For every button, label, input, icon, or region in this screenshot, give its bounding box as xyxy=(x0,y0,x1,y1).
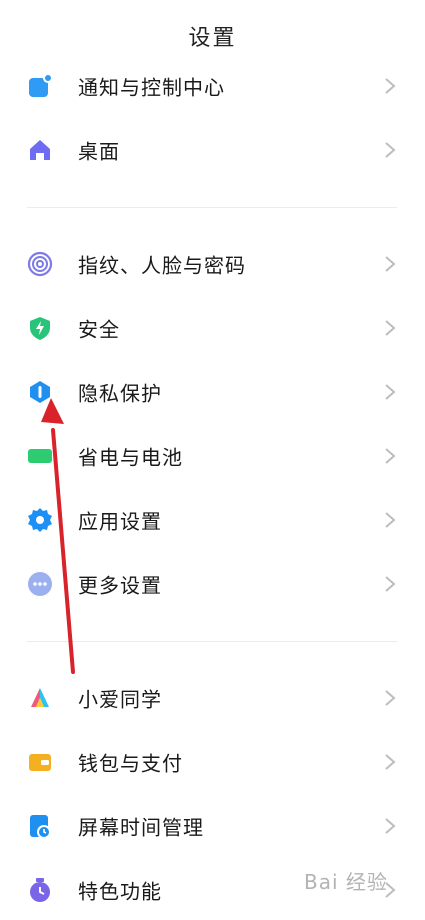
watermark: Bai 经验 xyxy=(304,870,388,894)
chevron-right-icon xyxy=(385,78,396,94)
gear-icon xyxy=(27,507,53,533)
settings-item-app-settings[interactable]: 应用设置 xyxy=(0,490,425,550)
page-title: 设置 xyxy=(188,26,237,51)
settings-item-label: 特色功能 xyxy=(78,879,162,904)
settings-item-notifications[interactable]: 通知与控制中心 xyxy=(0,56,425,116)
home-icon xyxy=(27,137,53,163)
chevron-right-icon xyxy=(385,754,396,770)
settings-item-label: 省电与电池 xyxy=(78,445,183,470)
settings-item-fingerprint[interactable]: 指纹、人脸与密码 xyxy=(0,234,425,294)
notification-icon xyxy=(27,73,53,99)
chevron-right-icon xyxy=(385,142,396,158)
chevron-right-icon xyxy=(385,256,396,272)
settings-item-label: 更多设置 xyxy=(78,573,162,598)
settings-item-label: 应用设置 xyxy=(78,509,162,534)
settings-item-more-settings[interactable]: 更多设置 xyxy=(0,554,425,614)
chevron-right-icon xyxy=(385,512,396,528)
settings-item-screen-time[interactable]: 屏幕时间管理 xyxy=(0,796,425,856)
settings-item-label: 隐私保护 xyxy=(78,381,162,406)
settings-item-security[interactable]: 安全 xyxy=(0,298,425,358)
more-dots-icon xyxy=(27,571,53,597)
settings-item-label: 指纹、人脸与密码 xyxy=(78,253,246,278)
wallet-icon xyxy=(27,749,53,775)
settings-item-label: 小爱同学 xyxy=(78,687,162,712)
chevron-right-icon xyxy=(385,384,396,400)
xiaoai-icon xyxy=(27,685,53,711)
settings-item-xiaoai[interactable]: 小爱同学 xyxy=(0,668,425,728)
chevron-right-icon xyxy=(385,818,396,834)
chevron-right-icon xyxy=(385,576,396,592)
chevron-right-icon xyxy=(385,690,396,706)
chevron-right-icon xyxy=(385,320,396,336)
section-divider xyxy=(27,641,397,642)
section-divider xyxy=(27,207,397,208)
shield-bolt-icon xyxy=(27,315,53,341)
fingerprint-icon xyxy=(27,251,53,277)
settings-item-label: 屏幕时间管理 xyxy=(78,815,204,840)
settings-item-label: 钱包与支付 xyxy=(78,751,183,776)
settings-item-privacy[interactable]: 隐私保护 xyxy=(0,362,425,422)
settings-item-desktop[interactable]: 桌面 xyxy=(0,120,425,180)
settings-item-label: 桌面 xyxy=(78,139,120,164)
settings-item-label: 安全 xyxy=(78,317,120,342)
special-feature-icon xyxy=(27,877,53,903)
privacy-icon xyxy=(27,379,53,405)
battery-icon xyxy=(27,443,53,469)
settings-item-label: 通知与控制中心 xyxy=(78,75,225,100)
screen-time-icon xyxy=(27,813,53,839)
settings-item-wallet[interactable]: 钱包与支付 xyxy=(0,732,425,792)
settings-item-battery[interactable]: 省电与电池 xyxy=(0,426,425,486)
chevron-right-icon xyxy=(385,448,396,464)
